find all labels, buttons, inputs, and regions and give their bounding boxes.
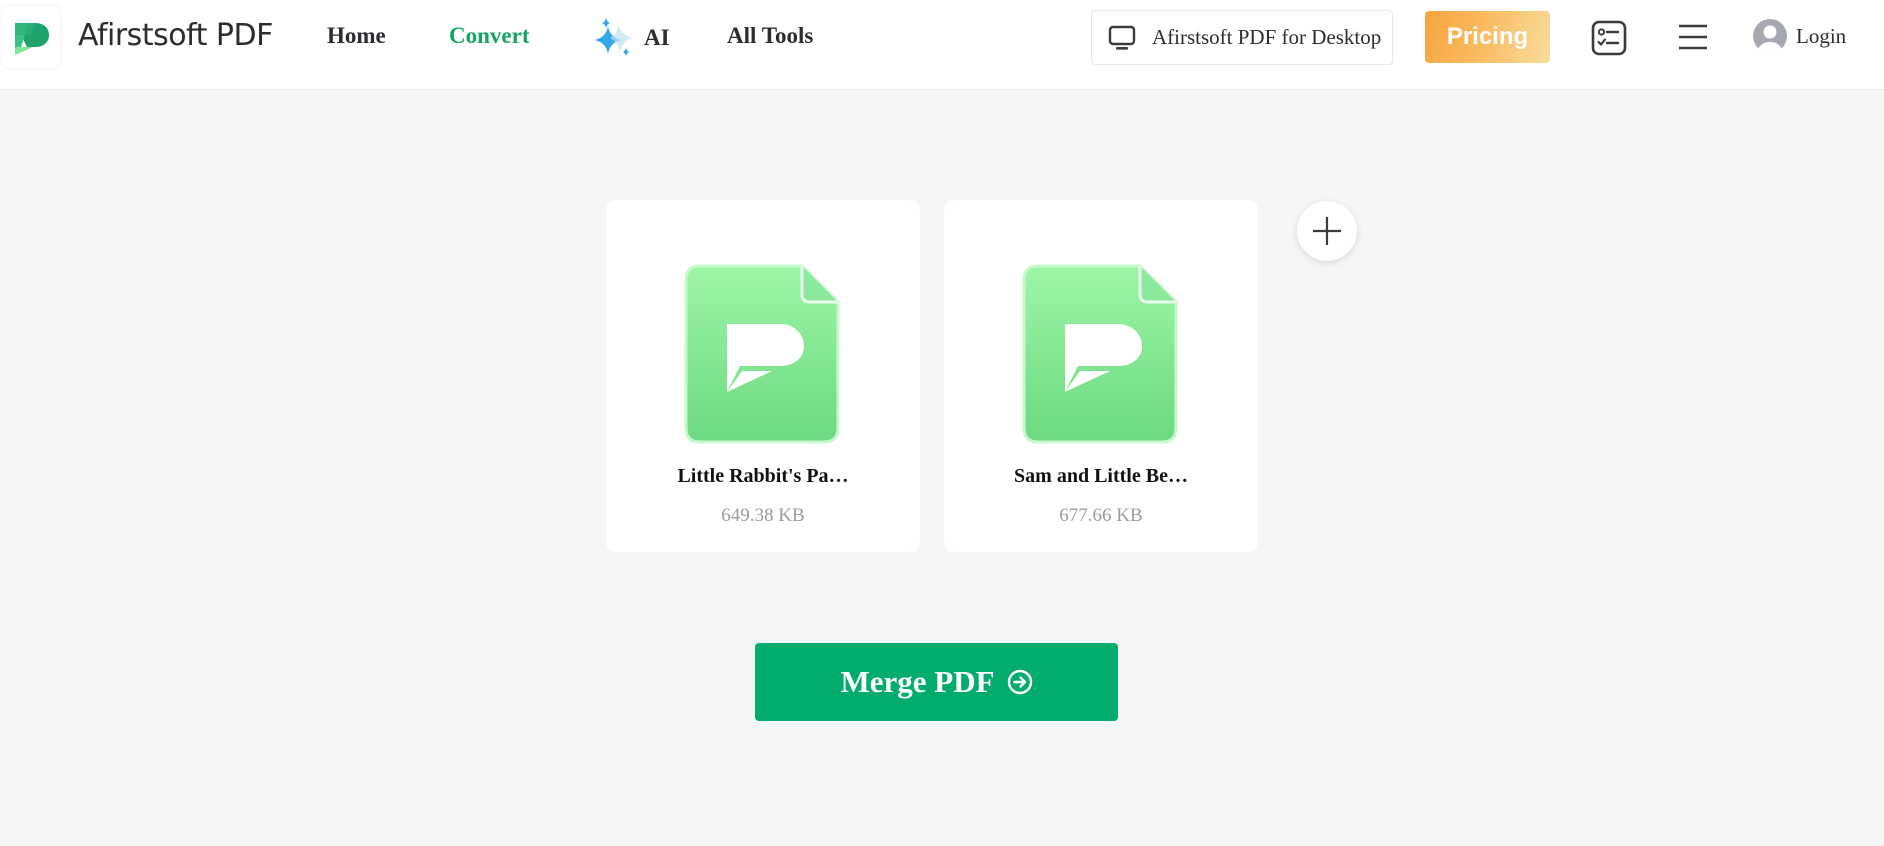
nav-ai-label: AI bbox=[644, 25, 670, 50]
brand-name[interactable]: Afirstsoft PDF bbox=[78, 18, 273, 53]
pdf-file-icon bbox=[684, 264, 840, 444]
file-card[interactable]: Little Rabbit's Pa… 649.38 KB bbox=[606, 200, 920, 552]
monitor-icon bbox=[1108, 25, 1136, 50]
login-button[interactable]: Login bbox=[1752, 18, 1846, 54]
nav-all-tools[interactable]: All Tools bbox=[727, 23, 813, 49]
merge-pdf-button[interactable]: Merge PDF bbox=[755, 643, 1118, 721]
top-header: Afirstsoft PDF Home Convert AI All Tools… bbox=[0, 0, 1884, 90]
login-label: Login bbox=[1796, 23, 1847, 48]
file-name: Sam and Little Be… bbox=[1014, 465, 1188, 487]
sparkle-icon bbox=[594, 18, 632, 56]
desktop-app-button[interactable]: Afirstsoft PDF for Desktop bbox=[1091, 10, 1393, 65]
file-name: Little Rabbit's Pa… bbox=[677, 465, 849, 487]
checklist-icon bbox=[1591, 20, 1627, 56]
file-size: 649.38 KB bbox=[721, 505, 805, 526]
tasks-button[interactable] bbox=[1590, 19, 1628, 57]
add-file-button[interactable] bbox=[1297, 201, 1357, 261]
nav-ai[interactable]: AI bbox=[592, 16, 670, 60]
arrow-circle-right-icon bbox=[1007, 669, 1032, 695]
pdf-file-icon bbox=[1022, 264, 1178, 444]
desktop-app-label: Afirstsoft PDF for Desktop bbox=[1152, 25, 1382, 49]
menu-button[interactable] bbox=[1676, 20, 1710, 54]
logo[interactable] bbox=[2, 6, 60, 68]
plus-icon bbox=[1313, 217, 1341, 245]
nav-convert[interactable]: Convert bbox=[449, 23, 529, 49]
afirstsoft-logo-icon bbox=[15, 23, 49, 55]
merge-pdf-label: Merge PDF bbox=[840, 664, 995, 699]
avatar-icon bbox=[1753, 19, 1787, 53]
file-size: 677.66 KB bbox=[1059, 505, 1143, 526]
hamburger-icon bbox=[1679, 24, 1707, 50]
nav-home[interactable]: Home bbox=[327, 23, 386, 49]
file-card[interactable]: Sam and Little Be… 677.66 KB bbox=[944, 200, 1258, 552]
pricing-button[interactable]: Pricing bbox=[1425, 11, 1550, 63]
